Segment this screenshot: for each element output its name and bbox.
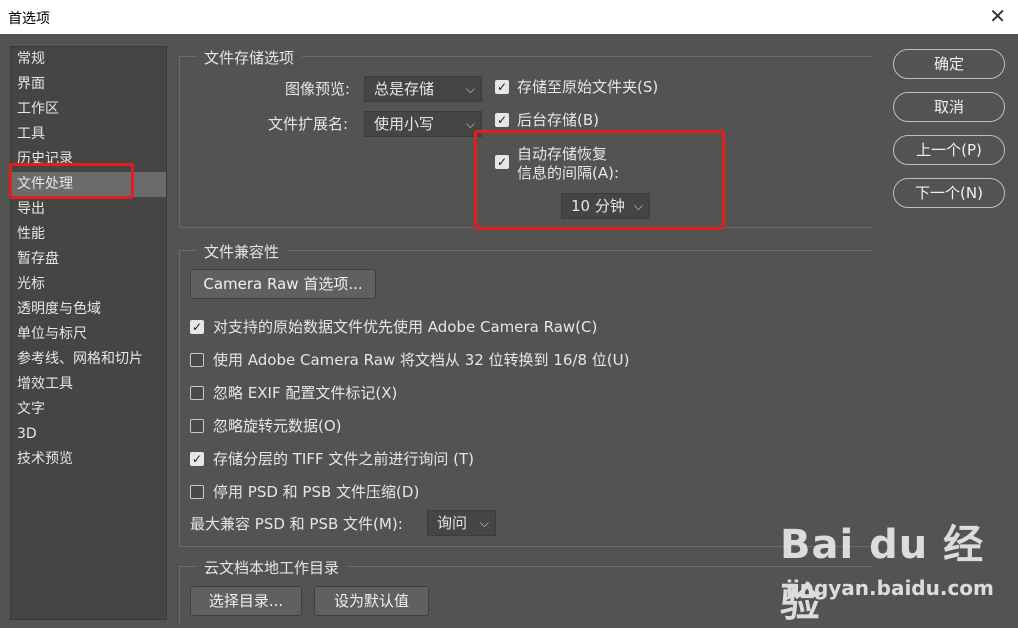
next-button[interactable]: 下一个(N) (893, 178, 1005, 208)
ok-button[interactable]: 确定 (893, 49, 1005, 79)
sidebar-item[interactable]: 性能 (11, 222, 166, 247)
camera-raw-preferences-button[interactable]: Camera Raw 首选项... (190, 269, 376, 299)
sidebar-item[interactable]: 增效工具 (11, 372, 166, 397)
watermark-url: jingyan.baidu.com (786, 576, 994, 600)
file-saving-group-title: 文件存储选项 (196, 47, 303, 68)
compat-option-label: 存储分层的 TIFF 文件之前进行询问 (T) (213, 450, 475, 468)
max-compat-value: 询问 (437, 514, 468, 532)
compat-option-label: 忽略旋转元数据(O) (213, 417, 342, 435)
group-rule (179, 566, 180, 624)
extension-value: 使用小写 (374, 115, 435, 133)
category-sidebar: 常规 界面 工作区 工具 历史记录 文件处理 导出 性能 暂存盘 光标 透明度与色域 单位与标尺 参考线… (10, 46, 167, 620)
sidebar-highlight-box (9, 163, 134, 199)
compat-option-label: 停用 PSD 和 PSB 文件压缩(D) (213, 483, 420, 501)
group-rule (179, 250, 180, 546)
sidebar-item[interactable]: 界面 (11, 72, 166, 97)
compat-option-label: 忽略 EXIF 配置文件标记(X) (213, 384, 398, 402)
save-to-original-label: 存储至原始文件夹(S) (517, 78, 659, 96)
baidu-jingyan-watermark: Bai du 经验 jingyan.baidu.com (780, 512, 1012, 626)
group-rule (179, 56, 180, 227)
compat-option-checkbox[interactable]: ✓ (190, 452, 204, 466)
background-save-label: 后台存储(B) (517, 111, 599, 129)
background-save-checkbox[interactable]: ✓ (495, 113, 509, 127)
sidebar-item[interactable]: 工作区 (11, 97, 166, 122)
compat-option-checkbox[interactable] (190, 419, 204, 433)
previous-button[interactable]: 上一个(P) (893, 135, 1005, 165)
compat-option-checkbox[interactable] (190, 386, 204, 400)
compat-option-label: 使用 Adobe Camera Raw 将文档从 32 位转换到 16/8 位(… (213, 351, 630, 369)
compat-option-checkbox[interactable] (190, 485, 204, 499)
chevron-down-icon: ⌵ (479, 516, 489, 530)
image-preview-select[interactable]: 总是存储 ⌵ (364, 76, 482, 102)
cloud-group-title: 云文档本地工作目录 (196, 557, 348, 578)
compat-option-checkbox[interactable] (190, 353, 204, 367)
sidebar-item[interactable]: 常规 (11, 47, 166, 72)
extension-label: 文件扩展名: (268, 115, 349, 133)
cancel-button[interactable]: 取消 (893, 92, 1005, 122)
sidebar-item[interactable]: 导出 (11, 197, 166, 222)
group-rule (180, 546, 872, 547)
compat-option-label: 对支持的原始数据文件优先使用 Adobe Camera Raw(C) (213, 318, 598, 336)
watermark-logo: Bai du 经验 (780, 522, 985, 626)
extension-select[interactable]: 使用小写 ⌵ (364, 111, 482, 137)
window-title: 首选项 (8, 11, 50, 27)
title-bar: 首选项 ✕ (0, 0, 1018, 34)
image-preview-label: 图像预览: (285, 80, 351, 98)
sidebar-item[interactable]: 3D (11, 422, 166, 447)
sidebar-item[interactable]: 暂存盘 (11, 247, 166, 272)
compatibility-group-title: 文件兼容性 (196, 241, 288, 262)
sidebar-item[interactable]: 单位与标尺 (11, 322, 166, 347)
set-default-button[interactable]: 设为默认值 (314, 586, 429, 616)
sidebar-item[interactable]: 技术预览 (11, 447, 166, 472)
save-to-original-checkbox[interactable]: ✓ (495, 80, 509, 94)
max-compat-select[interactable]: 询问 ⌵ (427, 510, 496, 536)
sidebar-item[interactable]: 工具 (11, 122, 166, 147)
max-compat-label: 最大兼容 PSD 和 PSB 文件(M): (190, 515, 403, 533)
chevron-down-icon: ⌵ (465, 82, 475, 96)
choose-directory-button[interactable]: 选择目录... (190, 586, 302, 616)
sidebar-item[interactable]: 参考线、网格和切片 (11, 347, 166, 372)
sidebar-item[interactable]: 透明度与色域 (11, 297, 166, 322)
auto-recovery-highlight-box (474, 130, 725, 230)
image-preview-value: 总是存储 (374, 80, 435, 98)
compat-option-checkbox[interactable]: ✓ (190, 320, 204, 334)
sidebar-item[interactable]: 文字 (11, 397, 166, 422)
close-icon[interactable]: ✕ (989, 4, 1006, 28)
sidebar-item[interactable]: 光标 (11, 272, 166, 297)
